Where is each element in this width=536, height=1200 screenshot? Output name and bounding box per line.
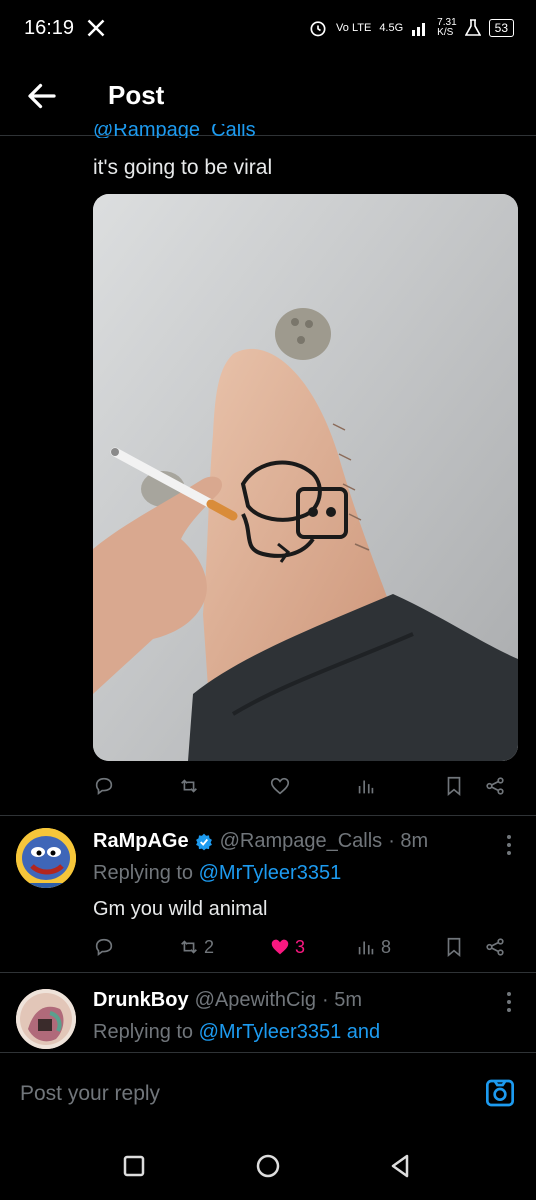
views-icon (358, 780, 374, 794)
share-button[interactable] (484, 775, 506, 797)
display-name[interactable]: RaMpAGe (93, 830, 189, 853)
pepe-avatar-image (16, 828, 76, 888)
repost-icon (181, 940, 197, 954)
like-count: 3 (295, 936, 306, 957)
views-button[interactable] (355, 775, 381, 797)
bookmark-button[interactable] (443, 936, 465, 958)
post-media-image[interactable] (93, 194, 518, 761)
status-right: Vo LTE 4.5G 7.31 K/S 53 (308, 18, 514, 38)
views-icon (358, 941, 374, 955)
alarm-icon (310, 21, 326, 37)
avatar[interactable] (16, 828, 76, 888)
replying-prefix: Replying to (93, 862, 199, 884)
replying-prefix: Replying to (93, 1021, 199, 1043)
share-icon (486, 938, 504, 956)
tattoo-photo (93, 194, 518, 761)
speed-unit: K/S (437, 27, 454, 38)
status-bar: 16:19 Vo LTE 4.5G 7.31 K/S 53 (0, 0, 536, 56)
page-title: Post (108, 80, 165, 110)
replying-to: Replying to @MrTyleer3351 and (93, 1021, 380, 1044)
replying-to-mention[interactable]: @MrTyleer3351 and (199, 1021, 381, 1043)
views-count: 8 (381, 936, 392, 957)
replying-to: Replying to @MrTyleer3351 (93, 862, 341, 885)
reply-header: DrunkBoy @ApewithCig · 5m (93, 989, 362, 1012)
network-label: 4.5G (379, 22, 404, 34)
post-author-handle[interactable]: @Rampage_Calls (93, 124, 256, 138)
heart-filled-icon (271, 939, 289, 955)
camera-icon[interactable] (484, 1077, 516, 1109)
share-button[interactable] (484, 936, 506, 958)
replying-to-mention[interactable]: @MrTyleer3351 (199, 862, 342, 884)
reply-icon (95, 938, 113, 956)
status-time: 16:19 (24, 16, 75, 39)
back-arrow-icon[interactable] (24, 78, 60, 114)
heart-icon (270, 777, 290, 795)
user-handle[interactable]: @ApewithCig (195, 989, 316, 1012)
avatar[interactable] (16, 989, 76, 1049)
recents-square-icon[interactable] (120, 1152, 148, 1180)
reply-item[interactable]: RaMpAGe @Rampage_Calls · 8m Replying to … (0, 816, 536, 972)
like-button[interactable]: 3 (269, 936, 305, 958)
status-left: 16:19 (24, 17, 106, 40)
drunkboy-avatar-image (16, 989, 76, 1049)
reply-item[interactable]: DrunkBoy @ApewithCig · 5m Replying to @M… (0, 973, 536, 1052)
repost-icon (181, 779, 197, 793)
post-actions (93, 775, 518, 805)
reply-input[interactable] (18, 1075, 462, 1113)
x-logo-icon (87, 19, 105, 37)
back-triangle-icon[interactable] (386, 1152, 414, 1180)
bookmark-icon (447, 937, 461, 958)
bookmark-icon (447, 776, 461, 797)
post-text: it's going to be viral (93, 156, 273, 179)
repost-button[interactable] (178, 775, 204, 797)
volte-label: Vo LTE (336, 22, 372, 34)
speed-readout: 7.31 K/S (437, 18, 456, 38)
reply-text: Gm you wild animal (93, 898, 268, 920)
repost-button[interactable]: 2 (178, 936, 214, 958)
reply-actions: 2 3 8 (93, 936, 518, 966)
home-circle-icon[interactable] (254, 1152, 282, 1180)
signal-icon (412, 23, 426, 36)
more-options-icon[interactable] (506, 991, 512, 1013)
reply-header: RaMpAGe @Rampage_Calls · 8m (93, 830, 428, 853)
repost-count: 2 (204, 936, 215, 957)
share-icon (486, 777, 504, 795)
reply-button[interactable] (93, 775, 119, 797)
flask-icon (464, 19, 481, 36)
views-button[interactable]: 8 (355, 936, 391, 958)
timestamp: · 5m (322, 989, 363, 1011)
reply-composer (0, 1052, 536, 1132)
like-button[interactable] (269, 775, 295, 797)
display-name[interactable]: DrunkBoy (93, 989, 189, 1012)
battery-indicator: 53 (488, 19, 514, 37)
system-nav-bar (0, 1132, 536, 1200)
verified-badge-icon (195, 833, 212, 850)
reply-button[interactable] (93, 936, 119, 958)
timestamp: · 8m (388, 830, 429, 852)
more-options-icon[interactable] (506, 834, 512, 856)
header: Post (0, 56, 536, 136)
bookmark-button[interactable] (443, 775, 465, 797)
user-handle[interactable]: @Rampage_Calls (220, 830, 383, 853)
reply-icon (95, 777, 113, 795)
